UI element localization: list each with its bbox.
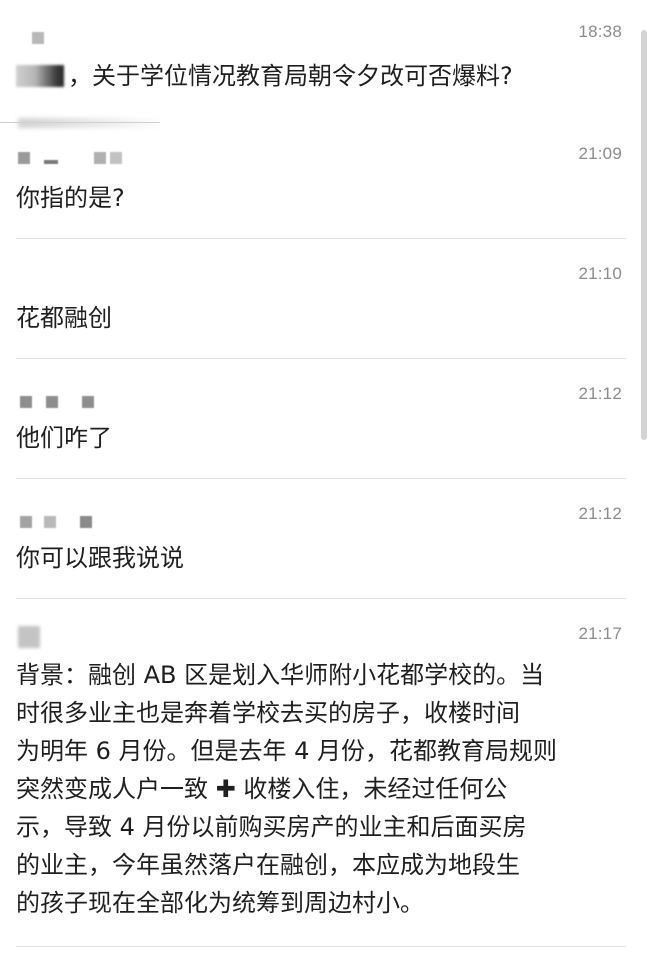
message-text-line: 的业主，今年虽然落户在融创，本应成为地段生 xyxy=(16,851,520,879)
scrollbar-thumb[interactable] xyxy=(641,30,647,440)
message-text-line: 突然变成人户一致 ✚ 收楼入住，未经过任何公 xyxy=(16,775,508,803)
message-divider xyxy=(16,946,626,947)
message-text: 花都融创 xyxy=(16,304,112,332)
message-text: ，关于学位情况教育局朝令夕改可否爆料? xyxy=(16,58,513,94)
message-text: 背景：融创 AB 区是划入华师附小花都学校的。当 时很多业主也是奔着学校去买的房… xyxy=(16,656,626,922)
message-item[interactable]: 21:10 花都融创 xyxy=(0,238,650,358)
message-text-line: 时很多业主也是奔着学校去买的房子，收楼时间 xyxy=(16,699,520,727)
message-item[interactable]: 21:12 你可以跟我说说 xyxy=(0,478,650,598)
message-text-line: 为明年 6 月份。但是去年 4 月份，花都教育局规则 xyxy=(16,737,558,765)
chat-message-list: 18:38 ，关于学位情况教育局朝令夕改可否爆料? 21:09 你指的是? 21… xyxy=(0,0,650,953)
message-text-line: 的孩子现在全部化为统筹到周边村小。 xyxy=(16,889,424,917)
message-text-line: 示，导致 4 月份以前购买房产的业主和后面买房 xyxy=(16,813,527,841)
message-item[interactable]: 21:12 他们咋了 xyxy=(0,358,650,478)
message-timestamp: 21:12 xyxy=(578,504,622,523)
message-timestamp: 21:10 xyxy=(578,264,622,283)
message-item[interactable]: 18:38 ，关于学位情况教育局朝令夕改可否爆料? xyxy=(0,0,650,120)
message-text-line: 背景：融创 AB 区是划入华师附小花都学校的。当 xyxy=(16,661,545,689)
message-text: 你指的是? xyxy=(16,184,125,212)
message-text: 他们咋了 xyxy=(16,424,112,452)
message-timestamp: 21:09 xyxy=(578,144,622,163)
sender-name-blurred xyxy=(16,65,64,87)
message-text: 你可以跟我说说 xyxy=(16,544,184,572)
message-timestamp: 21:17 xyxy=(578,624,622,643)
message-item[interactable]: 21:09 你指的是? xyxy=(0,122,650,238)
message-timestamp: 21:12 xyxy=(578,384,622,403)
message-timestamp: 18:38 xyxy=(578,22,622,41)
